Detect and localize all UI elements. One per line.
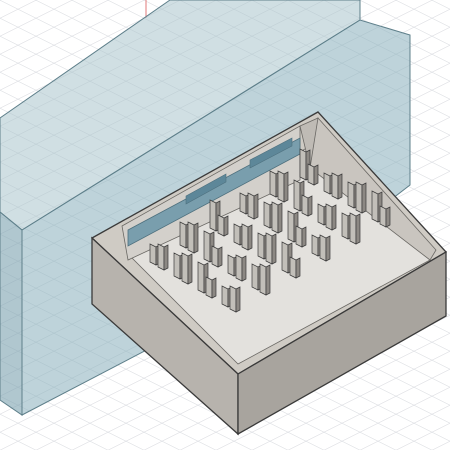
pin-side <box>211 277 217 299</box>
pin <box>323 172 331 195</box>
pin <box>277 170 285 203</box>
pin <box>355 181 363 214</box>
pin <box>241 223 249 251</box>
pin <box>257 232 265 260</box>
pin <box>295 225 303 248</box>
pin <box>221 285 229 308</box>
pin-side <box>265 264 271 296</box>
pin <box>265 232 273 265</box>
pin <box>181 252 189 285</box>
pin <box>203 230 211 263</box>
pin-side <box>271 233 277 265</box>
pin <box>263 201 271 229</box>
pin <box>319 234 327 262</box>
pin <box>187 221 195 254</box>
pin <box>331 172 339 200</box>
pin <box>179 221 187 249</box>
pin <box>205 276 213 299</box>
3d-scene[interactable] <box>0 0 450 450</box>
pin <box>227 254 235 277</box>
pin <box>349 212 357 245</box>
pin-side <box>331 204 337 231</box>
pin-side <box>193 222 199 254</box>
pin-side <box>241 255 247 282</box>
pin <box>211 245 219 268</box>
pin <box>317 203 325 226</box>
transparent-body-side <box>0 211 23 416</box>
pin-side <box>253 193 259 220</box>
pin <box>379 205 387 228</box>
pin <box>341 212 349 240</box>
pin-side <box>301 226 307 248</box>
pin <box>271 201 279 234</box>
pin-side <box>223 215 229 237</box>
pin-side <box>217 246 223 268</box>
pin-side <box>337 173 343 200</box>
pin <box>347 181 355 209</box>
pin <box>269 170 277 198</box>
pin <box>301 194 309 217</box>
pin-side <box>307 195 313 217</box>
pin-side <box>235 286 241 313</box>
pin-side <box>247 224 253 251</box>
pin <box>281 241 289 274</box>
pin <box>325 203 333 231</box>
pin-side <box>277 202 283 234</box>
pin-side <box>313 164 319 186</box>
pin-side <box>355 213 361 245</box>
pin <box>235 254 243 282</box>
pin <box>217 214 225 237</box>
pin <box>197 261 205 294</box>
pin <box>247 192 255 220</box>
pin-side <box>325 235 331 262</box>
pin <box>287 210 295 243</box>
pin <box>149 243 157 266</box>
pin-side <box>163 244 169 271</box>
pin-side <box>295 257 301 279</box>
pin <box>251 263 259 291</box>
pin <box>173 252 181 280</box>
pin <box>289 256 297 279</box>
pin <box>299 148 307 181</box>
pin-side <box>187 253 193 285</box>
pin <box>293 179 301 212</box>
pin <box>311 234 319 257</box>
pin <box>259 263 267 296</box>
pin <box>209 199 217 232</box>
pin <box>307 163 315 186</box>
pin <box>157 243 165 271</box>
pin <box>229 285 237 313</box>
pin <box>371 190 379 223</box>
3d-model-viewport[interactable] <box>0 0 450 450</box>
pin <box>233 223 241 246</box>
pin-side <box>361 182 367 214</box>
pin-side <box>283 171 289 203</box>
pin <box>239 192 247 215</box>
pin-side <box>385 206 391 228</box>
